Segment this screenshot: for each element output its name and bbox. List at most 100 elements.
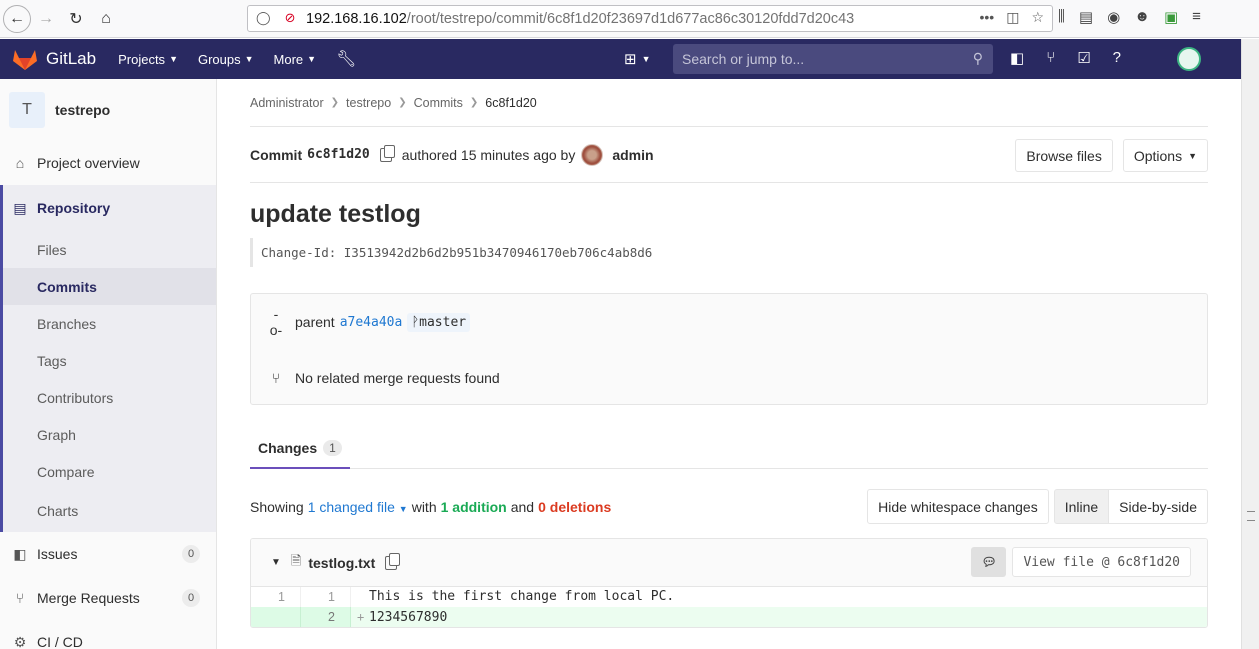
branch-name: master bbox=[419, 314, 467, 330]
file-name[interactable]: testlog.txt bbox=[308, 555, 375, 571]
help-icon[interactable]: ? bbox=[1113, 49, 1121, 67]
scrollbar-grip[interactable] bbox=[1247, 511, 1255, 521]
changes-count-badge: 1 bbox=[323, 440, 342, 456]
arrow-right-icon: → bbox=[38, 9, 54, 27]
breadcrumb-administrator[interactable]: Administrator bbox=[250, 96, 324, 110]
issues-nav-icon[interactable]: ◧ bbox=[1010, 49, 1024, 67]
bookmark-star-icon[interactable]: ☆ bbox=[1031, 9, 1044, 26]
sidebar-item-label: Merge Requests bbox=[37, 590, 140, 606]
sidebar-item-repository[interactable]: ▤ Repository bbox=[0, 185, 216, 231]
parent-sha-link[interactable]: a7e4a40a bbox=[340, 315, 403, 330]
home-button[interactable]: ⌂ bbox=[91, 4, 121, 34]
chevron-down-icon: ▼ bbox=[307, 54, 317, 64]
hide-whitespace-button[interactable]: Hide whitespace changes bbox=[867, 489, 1049, 524]
url-host: 192.168.16.102 bbox=[306, 10, 407, 27]
issues-icon: ◧ bbox=[13, 545, 27, 562]
projects-menu[interactable]: Projects ▼ bbox=[118, 52, 178, 67]
browse-files-button[interactable]: Browse files bbox=[1015, 139, 1113, 172]
commit-description: Change-Id: I3513942d2b6d2b951b3470946170… bbox=[250, 238, 1208, 267]
commit-node-icon: -o- bbox=[269, 306, 283, 338]
side-by-side-button[interactable]: Side-by-side bbox=[1109, 489, 1208, 524]
sidebar-item-compare[interactable]: Compare bbox=[3, 453, 216, 490]
tanuki-logo-icon bbox=[13, 50, 37, 70]
sidebar-item-charts[interactable]: Charts bbox=[3, 490, 216, 532]
copy-path-icon[interactable] bbox=[385, 552, 401, 570]
main-content: Administrator ❯ testrepo ❯ Commits ❯ 6c8… bbox=[250, 79, 1208, 628]
inline-view-button[interactable]: Inline bbox=[1053, 489, 1110, 524]
author-name[interactable]: admin bbox=[612, 147, 653, 163]
diff-file-header: ▼ 🗎︎ testlog.txt 💬︎ View file @ 6c8f1d20 bbox=[251, 539, 1207, 587]
menu-icon[interactable]: ≡ bbox=[1192, 8, 1201, 26]
caret-down-icon: ▼ bbox=[1188, 150, 1197, 161]
commit-info-box: -o- parent a7e4a40a ᚹmaster ⑂ No related… bbox=[250, 293, 1208, 405]
back-button[interactable]: ← bbox=[3, 4, 31, 33]
breadcrumb-testrepo[interactable]: testrepo bbox=[346, 96, 391, 110]
groups-menu[interactable]: Groups ▼ bbox=[198, 52, 254, 67]
tab-changes[interactable]: Changes 1 bbox=[250, 429, 350, 469]
extension-icon[interactable]: ☻ bbox=[1134, 8, 1150, 26]
arrow-left-icon: ← bbox=[9, 9, 25, 27]
wrench-icon: 🔧︎ bbox=[336, 51, 357, 68]
info-shield-icon[interactable]: ◯ bbox=[256, 10, 271, 26]
collapse-caret-icon[interactable]: ▼ bbox=[271, 557, 281, 568]
issues-count-badge: 0 bbox=[182, 545, 200, 563]
url-bar[interactable]: ◯ ⊘ 192.168.16.102/root/testrepo/commit/… bbox=[247, 5, 1053, 32]
insecure-lock-icon[interactable]: ⊘ bbox=[285, 10, 296, 26]
chevron-down-icon: ▼ bbox=[169, 54, 178, 64]
new-dropdown[interactable]: ⊞ ▼ bbox=[624, 50, 651, 68]
merge-requests-nav-icon[interactable]: ⑂ bbox=[1046, 49, 1055, 67]
more-menu[interactable]: More ▼ bbox=[274, 52, 317, 67]
new-line-number[interactable]: 2 bbox=[301, 607, 351, 627]
pocket-icon[interactable]: ◫ bbox=[1006, 9, 1019, 26]
gitlab-navbar: GitLab Projects ▼ Groups ▼ More ▼ 🔧︎ ⊞ ▼ Sea… bbox=[0, 39, 1241, 79]
admin-area-link[interactable]: 🔧︎ bbox=[336, 49, 356, 69]
page-scrollbar[interactable] bbox=[1241, 39, 1259, 649]
old-line-number[interactable]: 1 bbox=[251, 587, 301, 607]
sidebar-toggle-icon[interactable]: ▤ bbox=[1079, 8, 1093, 26]
page-actions-icon[interactable]: ••• bbox=[979, 9, 994, 26]
copy-sha-icon[interactable] bbox=[379, 144, 395, 162]
account-icon[interactable]: ◉ bbox=[1107, 8, 1120, 26]
library-icon[interactable]: ⫼ bbox=[1058, 8, 1065, 26]
forward-button[interactable]: → bbox=[31, 4, 61, 34]
sidebar-item-merge-requests[interactable]: ⑂ Merge Requests 0 bbox=[0, 576, 216, 620]
sidebar-item-project-overview[interactable]: ⌂ Project overview bbox=[0, 141, 216, 185]
toggle-comments-button[interactable]: 💬︎ bbox=[971, 547, 1007, 577]
sidebar-item-cicd[interactable]: ⚙ CI / CD bbox=[0, 620, 216, 649]
merge-requests-row: ⑂ No related merge requests found bbox=[251, 350, 1207, 406]
breadcrumb-commits[interactable]: Commits bbox=[414, 96, 463, 110]
chevron-right-icon: ❯ bbox=[398, 97, 407, 108]
user-avatar[interactable] bbox=[1177, 47, 1201, 71]
view-file-button[interactable]: View file @ 6c8f1d20 bbox=[1012, 547, 1191, 577]
browser-toolbar: ← → ↻ ⌂ ◯ ⊘ 192.168.16.102/root/testrepo… bbox=[0, 0, 1259, 38]
line-text: 1234567890 bbox=[369, 610, 448, 625]
sidebar-item-files[interactable]: Files bbox=[3, 231, 216, 268]
gitlab-logo[interactable]: GitLab bbox=[12, 47, 118, 71]
sidebar-item-branches[interactable]: Branches bbox=[3, 305, 216, 342]
extension-2-icon[interactable]: ▣ bbox=[1164, 8, 1178, 26]
diff-view-toggle: Inline Side-by-side bbox=[1053, 489, 1208, 524]
todos-nav-icon[interactable]: ☑ bbox=[1077, 49, 1090, 67]
breadcrumb-sha[interactable]: 6c8f1d20 bbox=[485, 96, 536, 110]
new-line-number[interactable]: 1 bbox=[301, 587, 351, 607]
sidebar-project-header[interactable]: T testrepo bbox=[0, 79, 216, 141]
branch-badge[interactable]: ᚹmaster bbox=[407, 312, 471, 332]
sidebar-item-tags[interactable]: Tags bbox=[3, 342, 216, 379]
file-icon: 🗎︎ bbox=[290, 552, 302, 568]
no-merge-requests-text: No related merge requests found bbox=[295, 370, 500, 386]
search-icon: ⚲ bbox=[972, 50, 983, 66]
line-content: This is the first change from local PC. bbox=[351, 587, 674, 607]
parent-row: -o- parent a7e4a40a ᚹmaster bbox=[251, 294, 1207, 350]
author-avatar[interactable] bbox=[581, 143, 604, 166]
search-input[interactable]: Search or jump to... ⚲ bbox=[673, 44, 993, 74]
options-dropdown[interactable]: Options ▼ bbox=[1122, 139, 1208, 172]
changed-files-dropdown[interactable]: 1 changed file ▼ bbox=[308, 499, 408, 515]
sidebar-item-commits[interactable]: Commits bbox=[3, 268, 216, 305]
old-line-number[interactable] bbox=[251, 607, 301, 627]
sidebar-item-contributors[interactable]: Contributors bbox=[3, 379, 216, 416]
sidebar-item-graph[interactable]: Graph bbox=[3, 416, 216, 453]
url-path: /root/testrepo/commit/6c8f1d20f23697d1d6… bbox=[406, 10, 855, 27]
sidebar-item-issues[interactable]: ◧ Issues 0 bbox=[0, 532, 216, 576]
gitlab-brand: GitLab bbox=[46, 49, 97, 68]
reload-button[interactable]: ↻ bbox=[61, 4, 91, 34]
